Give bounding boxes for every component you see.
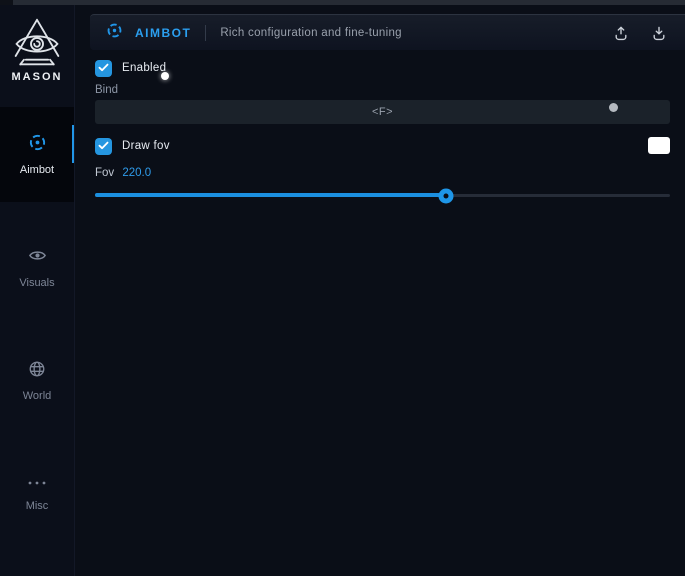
- eye-icon: [28, 246, 47, 270]
- bind-input[interactable]: <F>: [95, 100, 670, 124]
- sidebar-item-label: Misc: [26, 500, 49, 512]
- enabled-checkbox[interactable]: [95, 60, 112, 77]
- bind-indicator-dot: [609, 103, 618, 112]
- slider-fill: [95, 193, 446, 197]
- fov-slider[interactable]: [95, 188, 670, 204]
- active-indicator-bar: [72, 125, 74, 163]
- sidebar-item-world[interactable]: World: [0, 333, 74, 428]
- main-panel: AIMBOT Rich configuration and fine-tunin…: [75, 5, 685, 576]
- fov-color-swatch[interactable]: [648, 137, 670, 154]
- sidebar-item-label: Visuals: [19, 277, 54, 289]
- sidebar-item-visuals[interactable]: Visuals: [0, 220, 74, 315]
- check-icon: [98, 59, 109, 77]
- enabled-row: Enabled: [95, 59, 670, 77]
- check-icon: [98, 137, 109, 155]
- enabled-label: Enabled: [122, 62, 166, 74]
- download-config-button[interactable]: [647, 21, 671, 45]
- slider-thumb[interactable]: [438, 189, 453, 204]
- bind-value: <F>: [372, 106, 393, 118]
- upload-icon: [613, 29, 629, 44]
- sidebar-item-misc[interactable]: Misc: [0, 446, 74, 541]
- logo-text: MASON: [12, 71, 63, 83]
- app-window: MASON Aimbot: [0, 0, 685, 576]
- crosshair-icon: [28, 133, 47, 157]
- sidebar-nav: Aimbot Visuals: [0, 107, 74, 541]
- draw-fov-label: Draw fov: [122, 140, 170, 152]
- fov-label-row: Fov 220.0: [95, 167, 670, 179]
- upload-config-button[interactable]: [609, 21, 633, 45]
- ellipsis-icon: [27, 475, 47, 493]
- header-divider: [205, 25, 206, 41]
- bind-label: Bind: [95, 84, 670, 96]
- globe-icon: [28, 360, 46, 383]
- page-title: AIMBOT: [135, 26, 191, 40]
- fov-label: Fov: [95, 167, 114, 179]
- sidebar-item-aimbot[interactable]: Aimbot: [0, 107, 74, 202]
- logo: MASON: [0, 5, 74, 83]
- crosshair-icon: [106, 22, 123, 44]
- mouse-cursor-dot: [161, 72, 169, 80]
- sidebar-item-label: Aimbot: [20, 164, 54, 176]
- sidebar-item-label: World: [23, 390, 52, 402]
- draw-fov-row: Draw fov: [95, 137, 670, 155]
- pyramid-eye-icon: [9, 17, 65, 69]
- download-icon: [651, 29, 667, 44]
- page-header: AIMBOT Rich configuration and fine-tunin…: [90, 14, 685, 50]
- page-subtitle: Rich configuration and fine-tuning: [220, 27, 402, 39]
- draw-fov-checkbox[interactable]: [95, 138, 112, 155]
- fov-value: 220.0: [122, 167, 151, 179]
- sidebar: MASON Aimbot: [0, 5, 75, 576]
